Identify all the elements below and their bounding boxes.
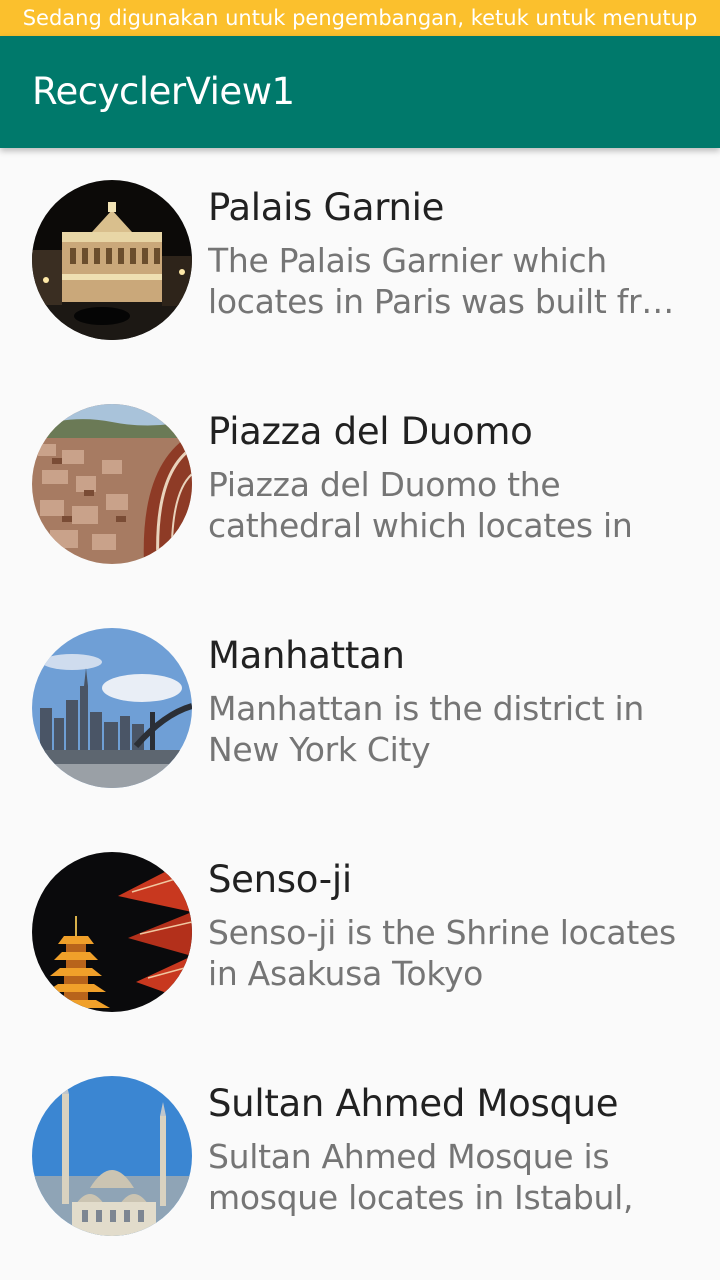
item-description: Piazza del Duomo the cathedral which loc… bbox=[208, 465, 633, 545]
manhattan-image bbox=[32, 628, 192, 788]
app-bar: RecyclerView1 bbox=[0, 36, 720, 148]
item-description: Manhattan is the district in New York Ci… bbox=[208, 689, 644, 769]
item-description: The Palais Garnier which locates in Pari… bbox=[208, 241, 674, 321]
list-item-senso-ji[interactable]: Senso-ji Senso-ji is the Shrine locates … bbox=[0, 820, 720, 1044]
item-title: Piazza del Duomo bbox=[208, 410, 533, 453]
list-item-manhattan[interactable]: Manhattan Manhattan is the district in N… bbox=[0, 596, 720, 820]
app-title: RecyclerView1 bbox=[32, 70, 295, 113]
list-item-piazza-del-duomo[interactable]: Piazza del Duomo Piazza del Duomo the ca… bbox=[0, 372, 720, 596]
item-title: Senso-ji bbox=[208, 858, 352, 901]
item-description: Senso-ji is the Shrine locates in Asakus… bbox=[208, 913, 676, 993]
item-title: Palais Garnie bbox=[208, 186, 445, 229]
recycler-list[interactable]: Palais Garnie The Palais Garnier which l… bbox=[0, 148, 720, 1268]
piazza-del-duomo-image bbox=[32, 404, 192, 564]
dev-mode-notification-bar[interactable]: Sedang digunakan untuk pengembangan, ket… bbox=[0, 0, 720, 36]
list-item-sultan-ahmed-mosque[interactable]: Sultan Ahmed Mosque Sultan Ahmed Mosque … bbox=[0, 1044, 720, 1268]
palais-garnier-image bbox=[32, 180, 192, 340]
item-title: Sultan Ahmed Mosque bbox=[208, 1082, 619, 1125]
item-title: Manhattan bbox=[208, 634, 405, 677]
sultan-ahmed-mosque-image bbox=[32, 1076, 192, 1236]
senso-ji-image bbox=[32, 852, 192, 1012]
item-description: Sultan Ahmed Mosque is mosque locates in… bbox=[208, 1137, 634, 1217]
list-item-palais-garnier[interactable]: Palais Garnie The Palais Garnier which l… bbox=[0, 148, 720, 372]
